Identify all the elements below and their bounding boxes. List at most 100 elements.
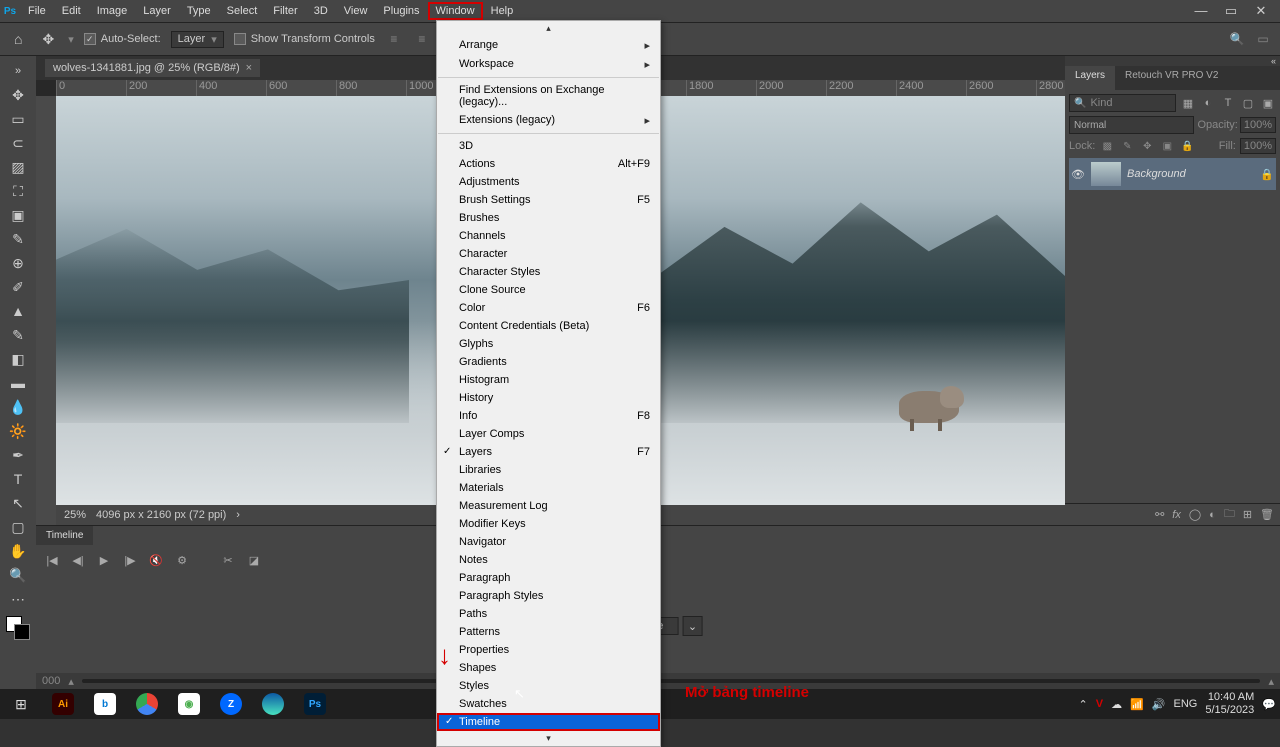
opacity-value[interactable]: 100%	[1240, 117, 1276, 133]
menu-content-credentials-beta-[interactable]: Content Credentials (Beta)	[437, 317, 660, 335]
delete-icon[interactable]: 🗑	[1260, 508, 1274, 521]
menu-window[interactable]: Window	[428, 2, 483, 20]
brush-tool[interactable]: ✐	[6, 276, 30, 298]
lock-icon[interactable]: 🔒	[1260, 168, 1274, 181]
menu-paragraph[interactable]: Paragraph	[437, 569, 660, 587]
tray-chevron-icon[interactable]: ⌃	[1079, 698, 1088, 711]
restore-button[interactable]: ▭	[1222, 3, 1240, 19]
minimize-button[interactable]: —	[1192, 3, 1210, 19]
taskbar-app-edge[interactable]	[252, 689, 294, 719]
menu-channels[interactable]: Channels	[437, 227, 660, 245]
menu-3d[interactable]: 3D	[306, 2, 336, 20]
lock-position-icon[interactable]: ✥	[1139, 138, 1155, 154]
tray-av-icon[interactable]: V	[1096, 698, 1103, 710]
stamp-tool[interactable]: ▲	[6, 300, 30, 322]
menu-timeline[interactable]: Timeline	[437, 713, 660, 731]
menu-modifier-keys[interactable]: Modifier Keys	[437, 515, 660, 533]
shape-tool[interactable]: ▢	[6, 516, 30, 538]
menu-history[interactable]: History	[437, 389, 660, 407]
menu-paragraph-styles[interactable]: Paragraph Styles	[437, 587, 660, 605]
selection-tool[interactable]: ▨	[6, 156, 30, 178]
marquee-tool[interactable]: ▭	[6, 108, 30, 130]
first-frame-icon[interactable]: |◀	[44, 554, 60, 567]
menu-brushes[interactable]: Brushes	[437, 209, 660, 227]
type-tool[interactable]: T	[6, 468, 30, 490]
move-tool-icon[interactable]: ✥	[38, 31, 58, 48]
fill-value[interactable]: 100%	[1240, 138, 1276, 154]
settings-icon[interactable]: ⚙	[174, 554, 190, 567]
lock-transparency-icon[interactable]: ▩	[1099, 138, 1115, 154]
menu-plugins[interactable]: Plugins	[375, 2, 427, 20]
menu-clone-source[interactable]: Clone Source	[437, 281, 660, 299]
close-icon[interactable]: ×	[246, 62, 252, 74]
menu-adjustments[interactable]: Adjustments	[437, 173, 660, 191]
doc-info[interactable]: 4096 px x 2160 px (72 ppi)	[96, 509, 226, 521]
menu-arrange[interactable]: Arrange▸	[437, 36, 660, 55]
eyedropper-tool[interactable]: ✎	[6, 228, 30, 250]
lock-artboard-icon[interactable]: ▣	[1159, 138, 1175, 154]
menu-patterns[interactable]: Patterns	[437, 623, 660, 641]
crop-tool[interactable]: ⛶	[6, 180, 30, 202]
tray-wifi-icon[interactable]: 📶	[1130, 698, 1144, 711]
menu-find-extensions[interactable]: Find Extensions on Exchange (legacy)...	[437, 81, 660, 111]
menu-styles[interactable]: Styles	[437, 677, 660, 695]
new-layer-icon[interactable]: ⊞	[1243, 508, 1252, 521]
menu-image[interactable]: Image	[89, 2, 136, 20]
menu-info[interactable]: InfoF8	[437, 407, 660, 425]
blur-tool[interactable]: 💧	[6, 396, 30, 418]
zoom-level[interactable]: 25%	[64, 509, 86, 521]
menu-extensions-legacy[interactable]: Extensions (legacy)▸	[437, 111, 660, 130]
menu-color[interactable]: ColorF6	[437, 299, 660, 317]
menu-glyphs[interactable]: Glyphs	[437, 335, 660, 353]
menu-layer-comps[interactable]: Layer Comps	[437, 425, 660, 443]
prev-frame-icon[interactable]: ◀|	[70, 554, 86, 567]
menu-file[interactable]: File	[20, 2, 54, 20]
filter-shape-icon[interactable]: ▢	[1240, 95, 1256, 111]
menu-gradients[interactable]: Gradients	[437, 353, 660, 371]
taskbar-app-illustrator[interactable]: Ai	[42, 689, 84, 719]
next-frame-icon[interactable]: |▶	[122, 554, 138, 567]
taskbar-app-chrome[interactable]	[126, 689, 168, 719]
layers-tab[interactable]: Layers	[1065, 66, 1115, 90]
fx-icon[interactable]: fx	[1172, 509, 1181, 521]
filter-smart-icon[interactable]: ▣	[1260, 95, 1276, 111]
visibility-icon[interactable]: 👁	[1071, 168, 1085, 181]
color-swatches[interactable]	[6, 616, 30, 640]
menu-character-styles[interactable]: Character Styles	[437, 263, 660, 281]
menu-paths[interactable]: Paths	[437, 605, 660, 623]
scroll-down-icon[interactable]: ▾	[437, 731, 660, 746]
eraser-tool[interactable]: ◧	[6, 348, 30, 370]
auto-select-target[interactable]: Layer▾	[171, 31, 224, 48]
home-icon[interactable]: ⌂	[8, 31, 28, 47]
taskbar-app-coccoc[interactable]: ◉	[168, 689, 210, 719]
blend-mode[interactable]: Normal	[1069, 116, 1194, 134]
workspace-icon[interactable]: ▭	[1254, 30, 1272, 48]
menu-notes[interactable]: Notes	[437, 551, 660, 569]
panel-collapse[interactable]: «	[1065, 56, 1280, 66]
scissors-icon[interactable]: ✂	[220, 554, 236, 567]
pen-tool[interactable]: ✒	[6, 444, 30, 466]
menu-layer[interactable]: Layer	[135, 2, 179, 20]
collapse-icon[interactable]: »	[6, 60, 30, 82]
retouch-tab[interactable]: Retouch VR PRO V2	[1115, 66, 1228, 90]
history-brush-tool[interactable]: ✎	[6, 324, 30, 346]
lock-all-icon[interactable]: 🔒	[1179, 138, 1195, 154]
link-icon[interactable]: ⚯	[1155, 508, 1164, 521]
menu-histogram[interactable]: Histogram	[437, 371, 660, 389]
align-left-icon[interactable]: ≡	[385, 30, 403, 48]
layer-row[interactable]: 👁 Background 🔒	[1069, 158, 1276, 190]
scroll-up-icon[interactable]: ▴	[437, 21, 660, 36]
menu-navigator[interactable]: Navigator	[437, 533, 660, 551]
menu-brush-settings[interactable]: Brush SettingsF5	[437, 191, 660, 209]
lasso-tool[interactable]: ⊂	[6, 132, 30, 154]
tl-zoom-in-icon[interactable]: ▴	[1268, 675, 1274, 688]
mute-icon[interactable]: 🔇	[148, 554, 164, 567]
menu-filter[interactable]: Filter	[265, 2, 305, 20]
menu-shapes[interactable]: Shapes	[437, 659, 660, 677]
menu-layers[interactable]: LayersF7	[437, 443, 660, 461]
close-button[interactable]: ✕	[1252, 3, 1270, 19]
path-tool[interactable]: ↖	[6, 492, 30, 514]
layer-filter-kind[interactable]: 🔍 Kind	[1069, 94, 1176, 112]
group-icon[interactable]: 🗀	[1224, 505, 1235, 524]
tray-lang[interactable]: ENG	[1174, 698, 1198, 710]
